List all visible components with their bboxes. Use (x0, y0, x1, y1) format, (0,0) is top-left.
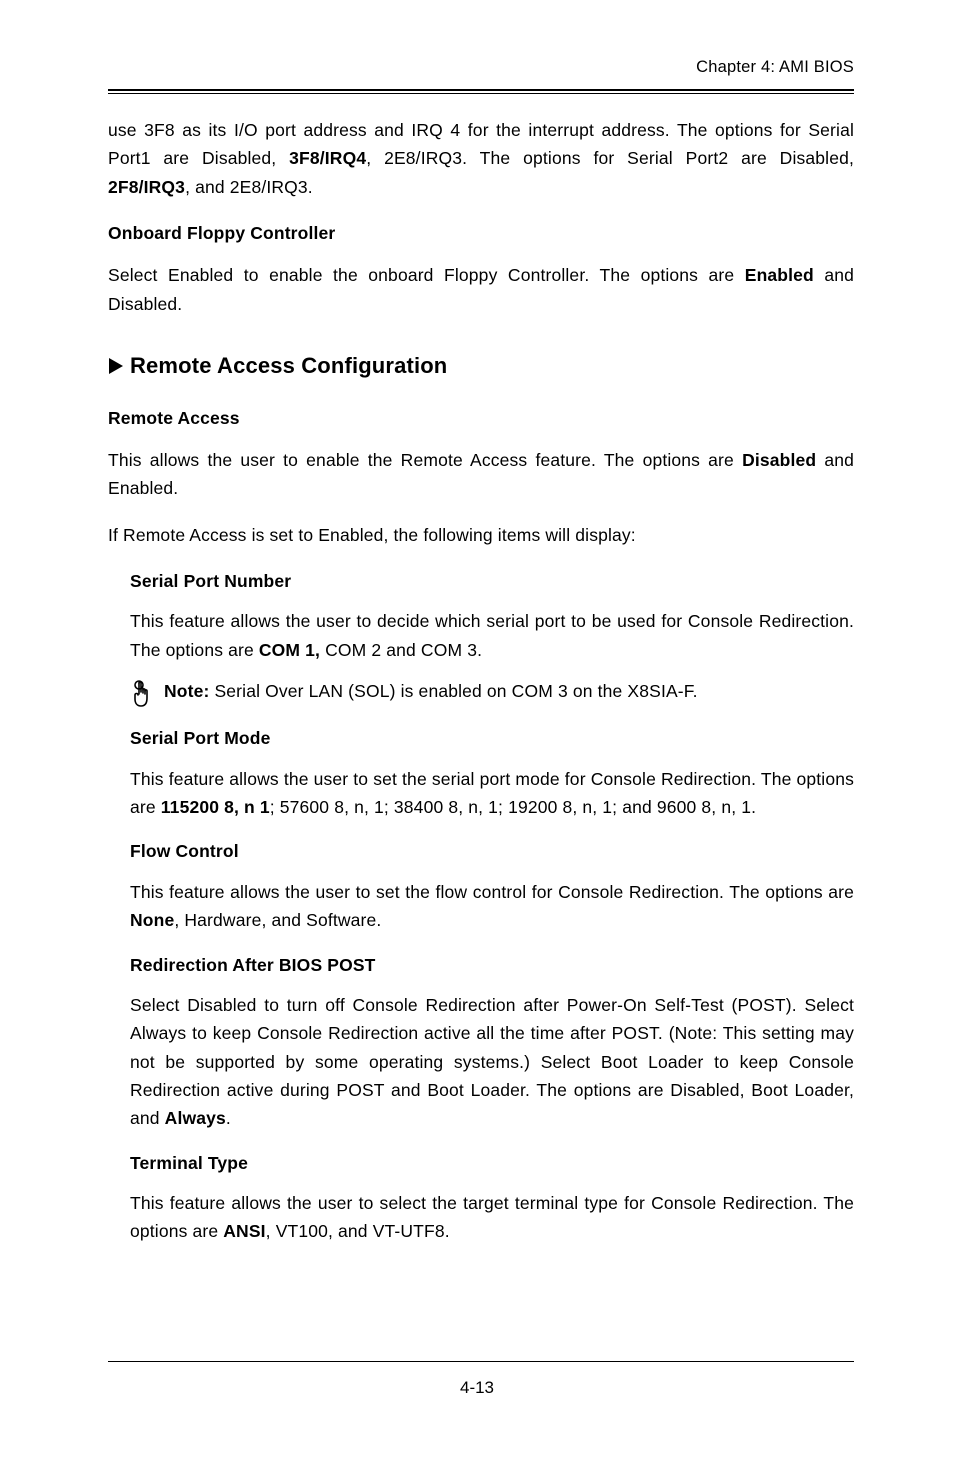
header-text: Chapter 4: AMI BIOS (696, 58, 854, 76)
page-header: Chapter 4: AMI BIOS (108, 58, 854, 89)
redirection-paragraph: Select Disabled to turn off Console Redi… (130, 991, 854, 1133)
bold: 115200 8, n 1 (161, 797, 270, 817)
note-pointer-icon (130, 680, 154, 718)
serial-port-number-paragraph: This feature allows the user to decide w… (130, 607, 854, 664)
bold: Enabled (745, 265, 814, 285)
text: , 2E8/IRQ3. The options for Serial Port2… (366, 148, 854, 168)
page-number: 4-13 (0, 1378, 954, 1398)
text: , and 2E8/IRQ3. (185, 177, 313, 197)
bold: None (130, 910, 174, 930)
text: , Hardware, and Software. (174, 910, 381, 930)
text: Select Disabled to turn off Console Redi… (130, 995, 854, 1128)
onboard-floppy-paragraph: Select Enabled to enable the onboard Flo… (108, 261, 854, 318)
note-text: Note: Serial Over LAN (SOL) is enabled o… (164, 678, 698, 704)
heading-terminal-type: Terminal Type (130, 1149, 854, 1177)
bold: 2F8/IRQ3 (108, 177, 185, 197)
bold: Disabled (742, 450, 816, 470)
heading-onboard-floppy: Onboard Floppy Controller (108, 219, 854, 247)
text: COM 2 and COM 3. (320, 640, 482, 660)
bold: Always (165, 1108, 226, 1128)
text: ; 57600 8, n, 1; 38400 8, n, 1; 19200 8,… (270, 797, 756, 817)
terminal-type-paragraph: This feature allows the user to select t… (130, 1189, 854, 1246)
remote-access-paragraph-2: If Remote Access is set to Enabled, the … (108, 521, 854, 549)
triangle-right-icon (108, 357, 124, 375)
bold: COM 1, (259, 640, 320, 660)
bold: Note: (164, 681, 209, 701)
remote-access-paragraph-1: This allows the user to enable the Remot… (108, 446, 854, 503)
heading-remote-access-config: Remote Access Configuration (108, 348, 854, 384)
heading-serial-port-number: Serial Port Number (130, 567, 854, 595)
footer-rule (108, 1361, 854, 1362)
header-rule (108, 89, 854, 94)
note-line: Note: Serial Over LAN (SOL) is enabled o… (130, 678, 854, 718)
heading-serial-port-mode: Serial Port Mode (130, 724, 854, 752)
heading-remote-access: Remote Access (108, 404, 854, 432)
text: Serial Over LAN (SOL) is enabled on COM … (209, 681, 697, 701)
text: Select Enabled to enable the onboard Flo… (108, 265, 745, 285)
heading-flow-control: Flow Control (130, 837, 854, 865)
text: , VT100, and VT-UTF8. (266, 1221, 450, 1241)
text: . (226, 1108, 231, 1128)
text: This feature allows the user to set the … (130, 882, 854, 902)
intro-paragraph: use 3F8 as its I/O port address and IRQ … (108, 116, 854, 201)
heading-redirection-after-bios-post: Redirection After BIOS POST (130, 951, 854, 979)
bold: 3F8/IRQ4 (289, 148, 366, 168)
text: This feature allows the user to decide w… (130, 611, 854, 659)
bold: ANSI (223, 1221, 265, 1241)
text: This allows the user to enable the Remot… (108, 450, 742, 470)
flow-control-paragraph: This feature allows the user to set the … (130, 878, 854, 935)
serial-port-mode-paragraph: This feature allows the user to set the … (130, 765, 854, 822)
heading-text: Remote Access Configuration (130, 348, 447, 384)
